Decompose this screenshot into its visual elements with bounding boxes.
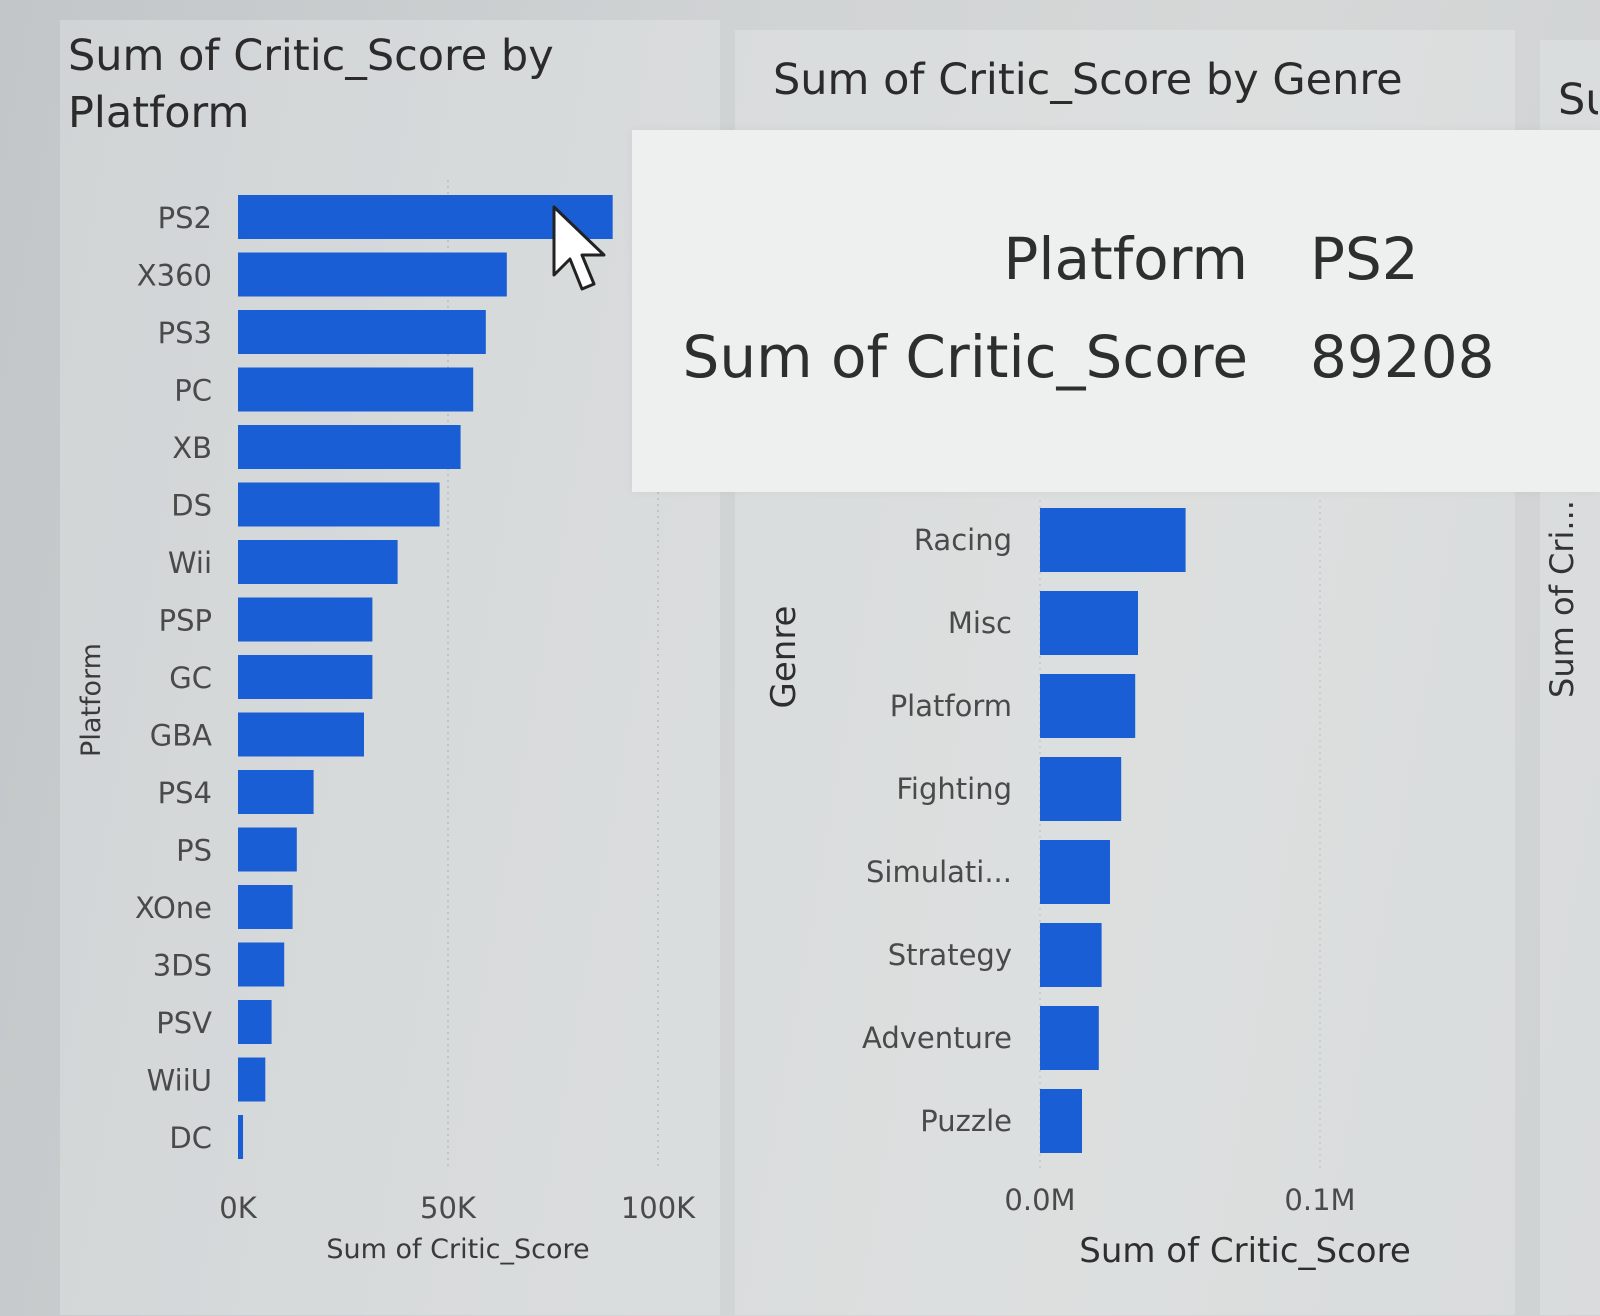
platform-bar-gc[interactable] — [238, 655, 373, 699]
platform-bar-gba[interactable] — [238, 712, 364, 757]
report-canvas: Sum of Critic_Score by Platform PS2 X360 P… — [0, 0, 1600, 1316]
genre-tick-label: Adventure — [862, 1021, 1012, 1055]
platform-tick-label: GBA — [150, 719, 212, 753]
platform-x-tick-label: 0K — [219, 1191, 257, 1225]
platform-tick-label: PS3 — [158, 316, 212, 350]
genre-tick-label: Strategy — [888, 938, 1012, 972]
platform-tick-label: GC — [169, 661, 212, 695]
platform-bar-pc[interactable] — [238, 367, 474, 412]
genre-bar-strategy[interactable] — [1040, 923, 1102, 987]
platform-tick-label: XOne — [135, 891, 212, 925]
platform-bar-x360[interactable] — [238, 252, 507, 297]
genre-tick-label: Racing — [914, 523, 1012, 557]
platform-bar-psp[interactable] — [238, 597, 373, 642]
platform-tick-label: 3DS — [153, 949, 212, 983]
genre-tick-label: Fighting — [896, 772, 1012, 806]
platform-tick-label: X360 — [137, 259, 212, 293]
genre-bar-fighting[interactable] — [1040, 757, 1122, 821]
genre-tick-label: Simulati... — [866, 855, 1012, 889]
platform-bar-chart-visual[interactable]: Sum of Critic_Score by Platform PS2 X360 P… — [60, 20, 720, 1315]
mouse-pointer-icon — [552, 205, 606, 291]
platform-bar-3ds[interactable] — [238, 942, 285, 987]
genre-x-tick-label: 0.0M — [1004, 1183, 1075, 1217]
chart-tooltip: Platform PS2 Sum of Critic_Score 89208 — [632, 130, 1600, 492]
genre-bar-adventure[interactable] — [1040, 1006, 1099, 1070]
platform-tick-label: PC — [174, 374, 212, 408]
platform-x-axis-title: Sum of Critic_Score — [326, 1234, 589, 1265]
platform-tick-label: PSV — [156, 1006, 212, 1040]
platform-bar-xone[interactable] — [238, 885, 293, 929]
platform-tick-label: Wii — [168, 546, 212, 580]
genre-x-axis-title: Sum of Critic_Score — [1079, 1231, 1411, 1271]
platform-x-tick-label: 50K — [420, 1191, 477, 1225]
platform-tick-label: WiiU — [147, 1064, 212, 1098]
platform-bar-ps[interactable] — [238, 827, 297, 872]
genre-tick-label: Platform — [890, 689, 1012, 723]
platform-x-tick-label: 100K — [621, 1191, 696, 1225]
genre-bar-racing[interactable] — [1040, 508, 1186, 572]
third-chart-title: Su — [1558, 75, 1598, 125]
platform-tick-label: PS — [176, 834, 212, 868]
platform-bar-xb[interactable] — [238, 425, 461, 469]
platform-tick-label: XB — [172, 431, 212, 465]
genre-bar-simulati[interactable] — [1040, 840, 1110, 904]
genre-bar-platform[interactable] — [1040, 674, 1136, 738]
genre-tick-label: Misc — [948, 606, 1012, 640]
platform-tick-label: DC — [169, 1121, 212, 1155]
tooltip-value-score: 89208 — [1310, 323, 1495, 391]
platform-y-axis-title: Platform — [76, 643, 107, 757]
platform-tick-label: PS2 — [158, 201, 212, 235]
platform-tick-label: PSP — [159, 604, 212, 638]
platform-bar-dc[interactable] — [238, 1115, 244, 1159]
platform-tick-label: PS4 — [158, 776, 212, 810]
platform-bar-chart[interactable]: PS2 X360 PS3 PC XB DS Wii PSP GC GBA PS4 PS XOne 3DS P… — [60, 20, 720, 1315]
genre-bar-misc[interactable] — [1040, 591, 1138, 655]
tooltip-label-score: Sum of Critic_Score — [682, 323, 1249, 391]
platform-bar-ps3[interactable] — [238, 310, 486, 354]
platform-bar-ps4[interactable] — [238, 770, 314, 814]
genre-x-tick-label: 0.1M — [1284, 1183, 1355, 1217]
platform-bar-psv[interactable] — [238, 1000, 272, 1044]
tooltip-value-platform: PS2 — [1310, 225, 1419, 293]
genre-y-axis-title: Genre — [764, 606, 804, 709]
genre-bar-puzzle[interactable] — [1040, 1089, 1082, 1153]
platform-bar-wii[interactable] — [238, 540, 398, 584]
third-chart-axis-title: Sum of Cri... — [1543, 500, 1581, 698]
tooltip-label-platform: Platform — [1003, 225, 1248, 293]
genre-tick-label: Puzzle — [920, 1104, 1012, 1138]
platform-bar-ds[interactable] — [238, 482, 440, 527]
platform-tick-label: DS — [171, 489, 212, 523]
platform-bar-wiiu[interactable] — [238, 1057, 266, 1102]
